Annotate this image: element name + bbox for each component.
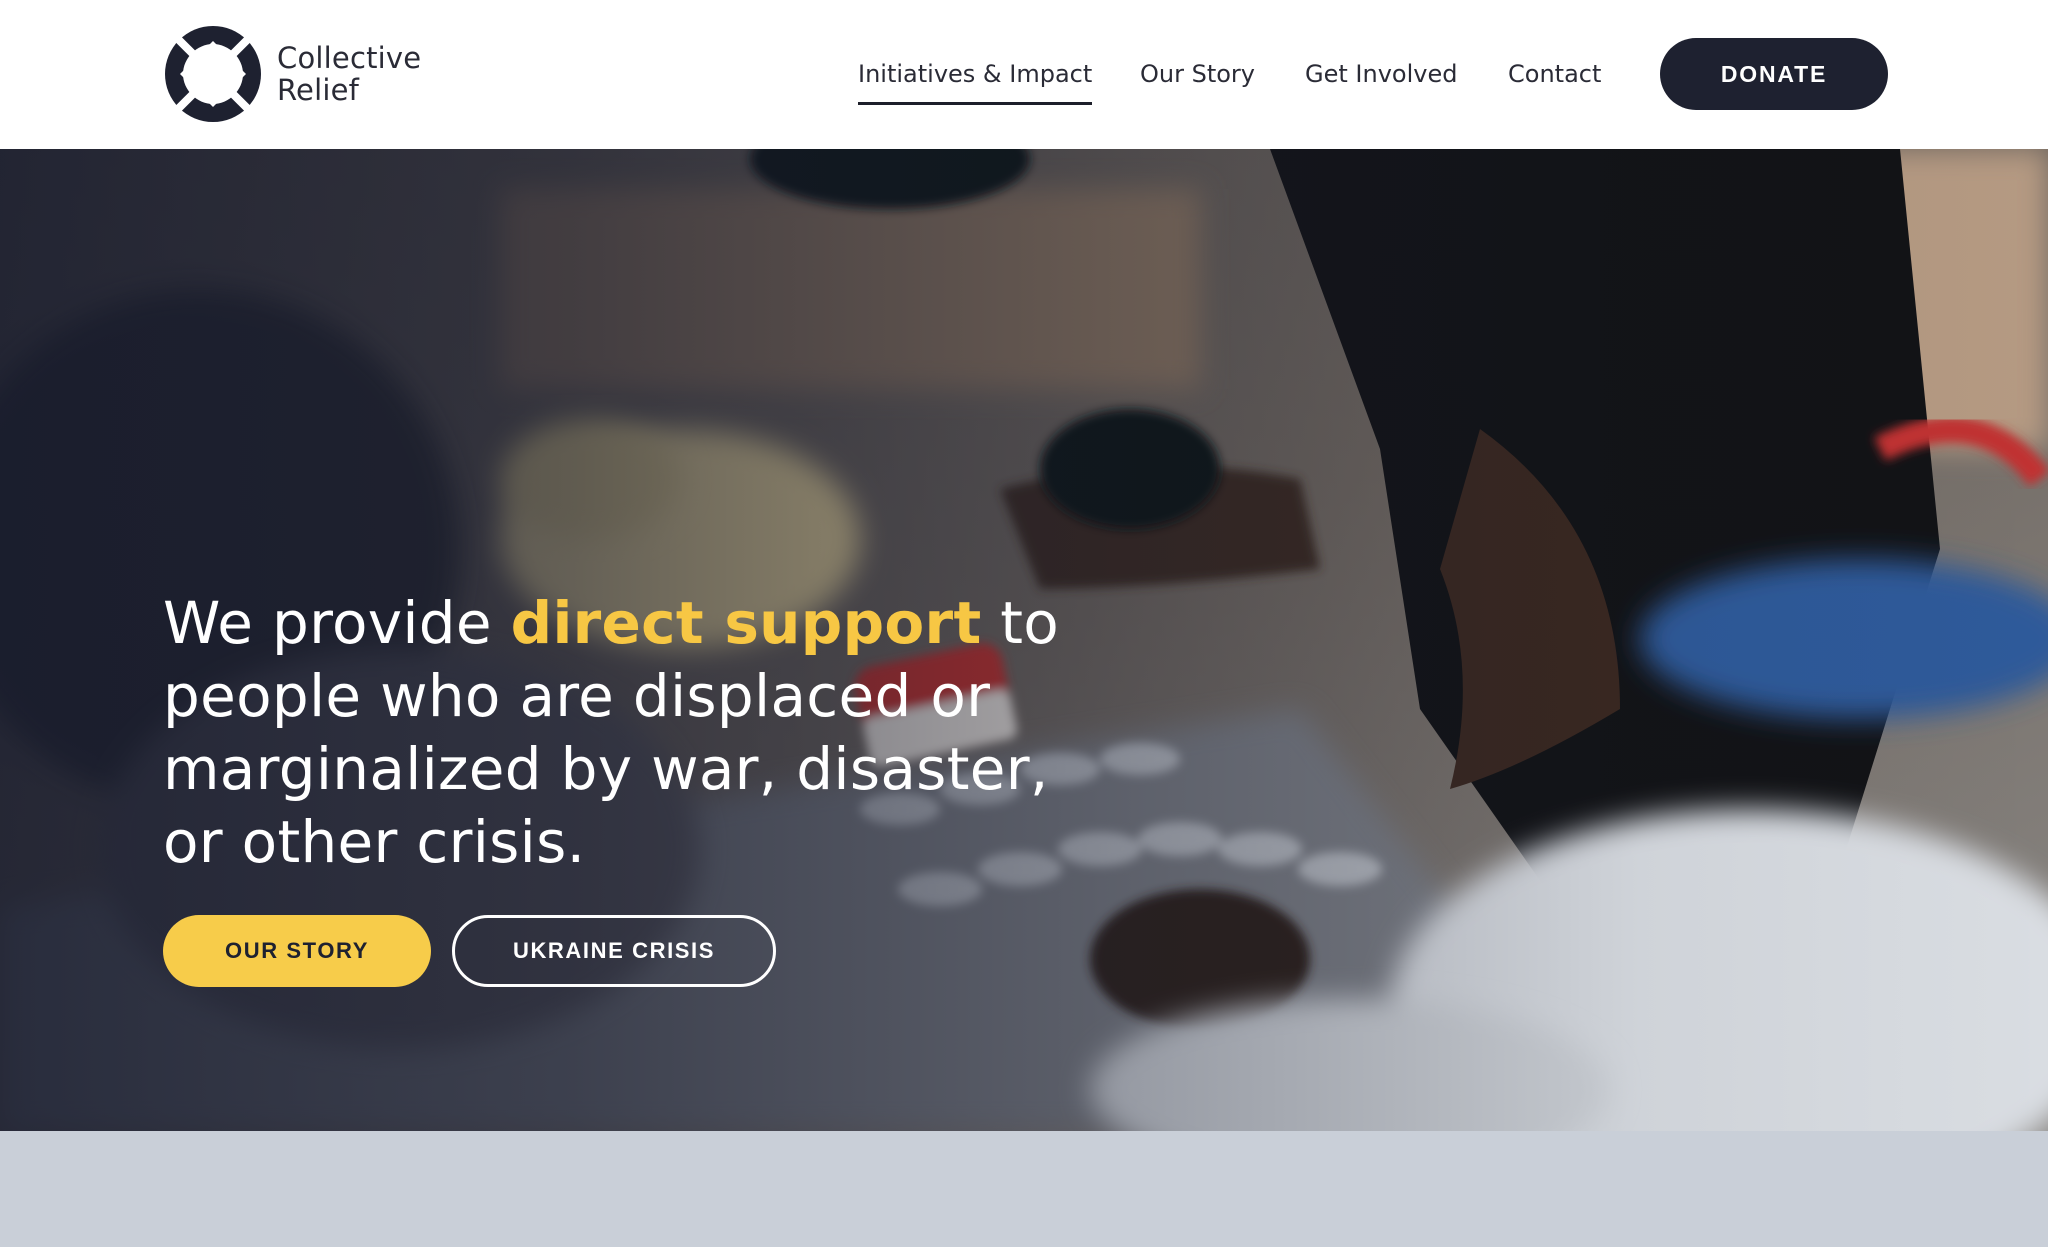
- logo-line-2: Relief: [277, 73, 360, 107]
- nav-item-get-involved[interactable]: Get Involved: [1305, 54, 1457, 94]
- nav-item-initiatives-impact[interactable]: Initiatives & Impact: [858, 54, 1093, 105]
- logo-link[interactable]: Collective Relief: [163, 24, 421, 124]
- hero-section: We provide direct support to people who …: [0, 149, 2048, 1131]
- hero-headline: We provide direct support to people who …: [163, 587, 1123, 879]
- nav-item-contact[interactable]: Contact: [1508, 54, 1601, 94]
- logo-wordmark: Collective Relief: [277, 42, 421, 106]
- our-story-button[interactable]: OUR STORY: [163, 915, 431, 987]
- donate-button[interactable]: DONATE: [1660, 38, 1888, 110]
- nav-item-our-story[interactable]: Our Story: [1140, 54, 1255, 94]
- logo-line-1: Collective: [277, 41, 422, 75]
- next-section: [0, 1131, 2048, 1247]
- site-header: Collective Relief Initiatives & Impact O…: [0, 0, 2048, 149]
- collective-relief-logo-icon: [165, 26, 261, 122]
- headline-text-before: We provide: [163, 589, 511, 657]
- headline-highlight: direct support: [510, 589, 982, 657]
- ukraine-crisis-button[interactable]: UKRAINE CRISIS: [452, 915, 776, 987]
